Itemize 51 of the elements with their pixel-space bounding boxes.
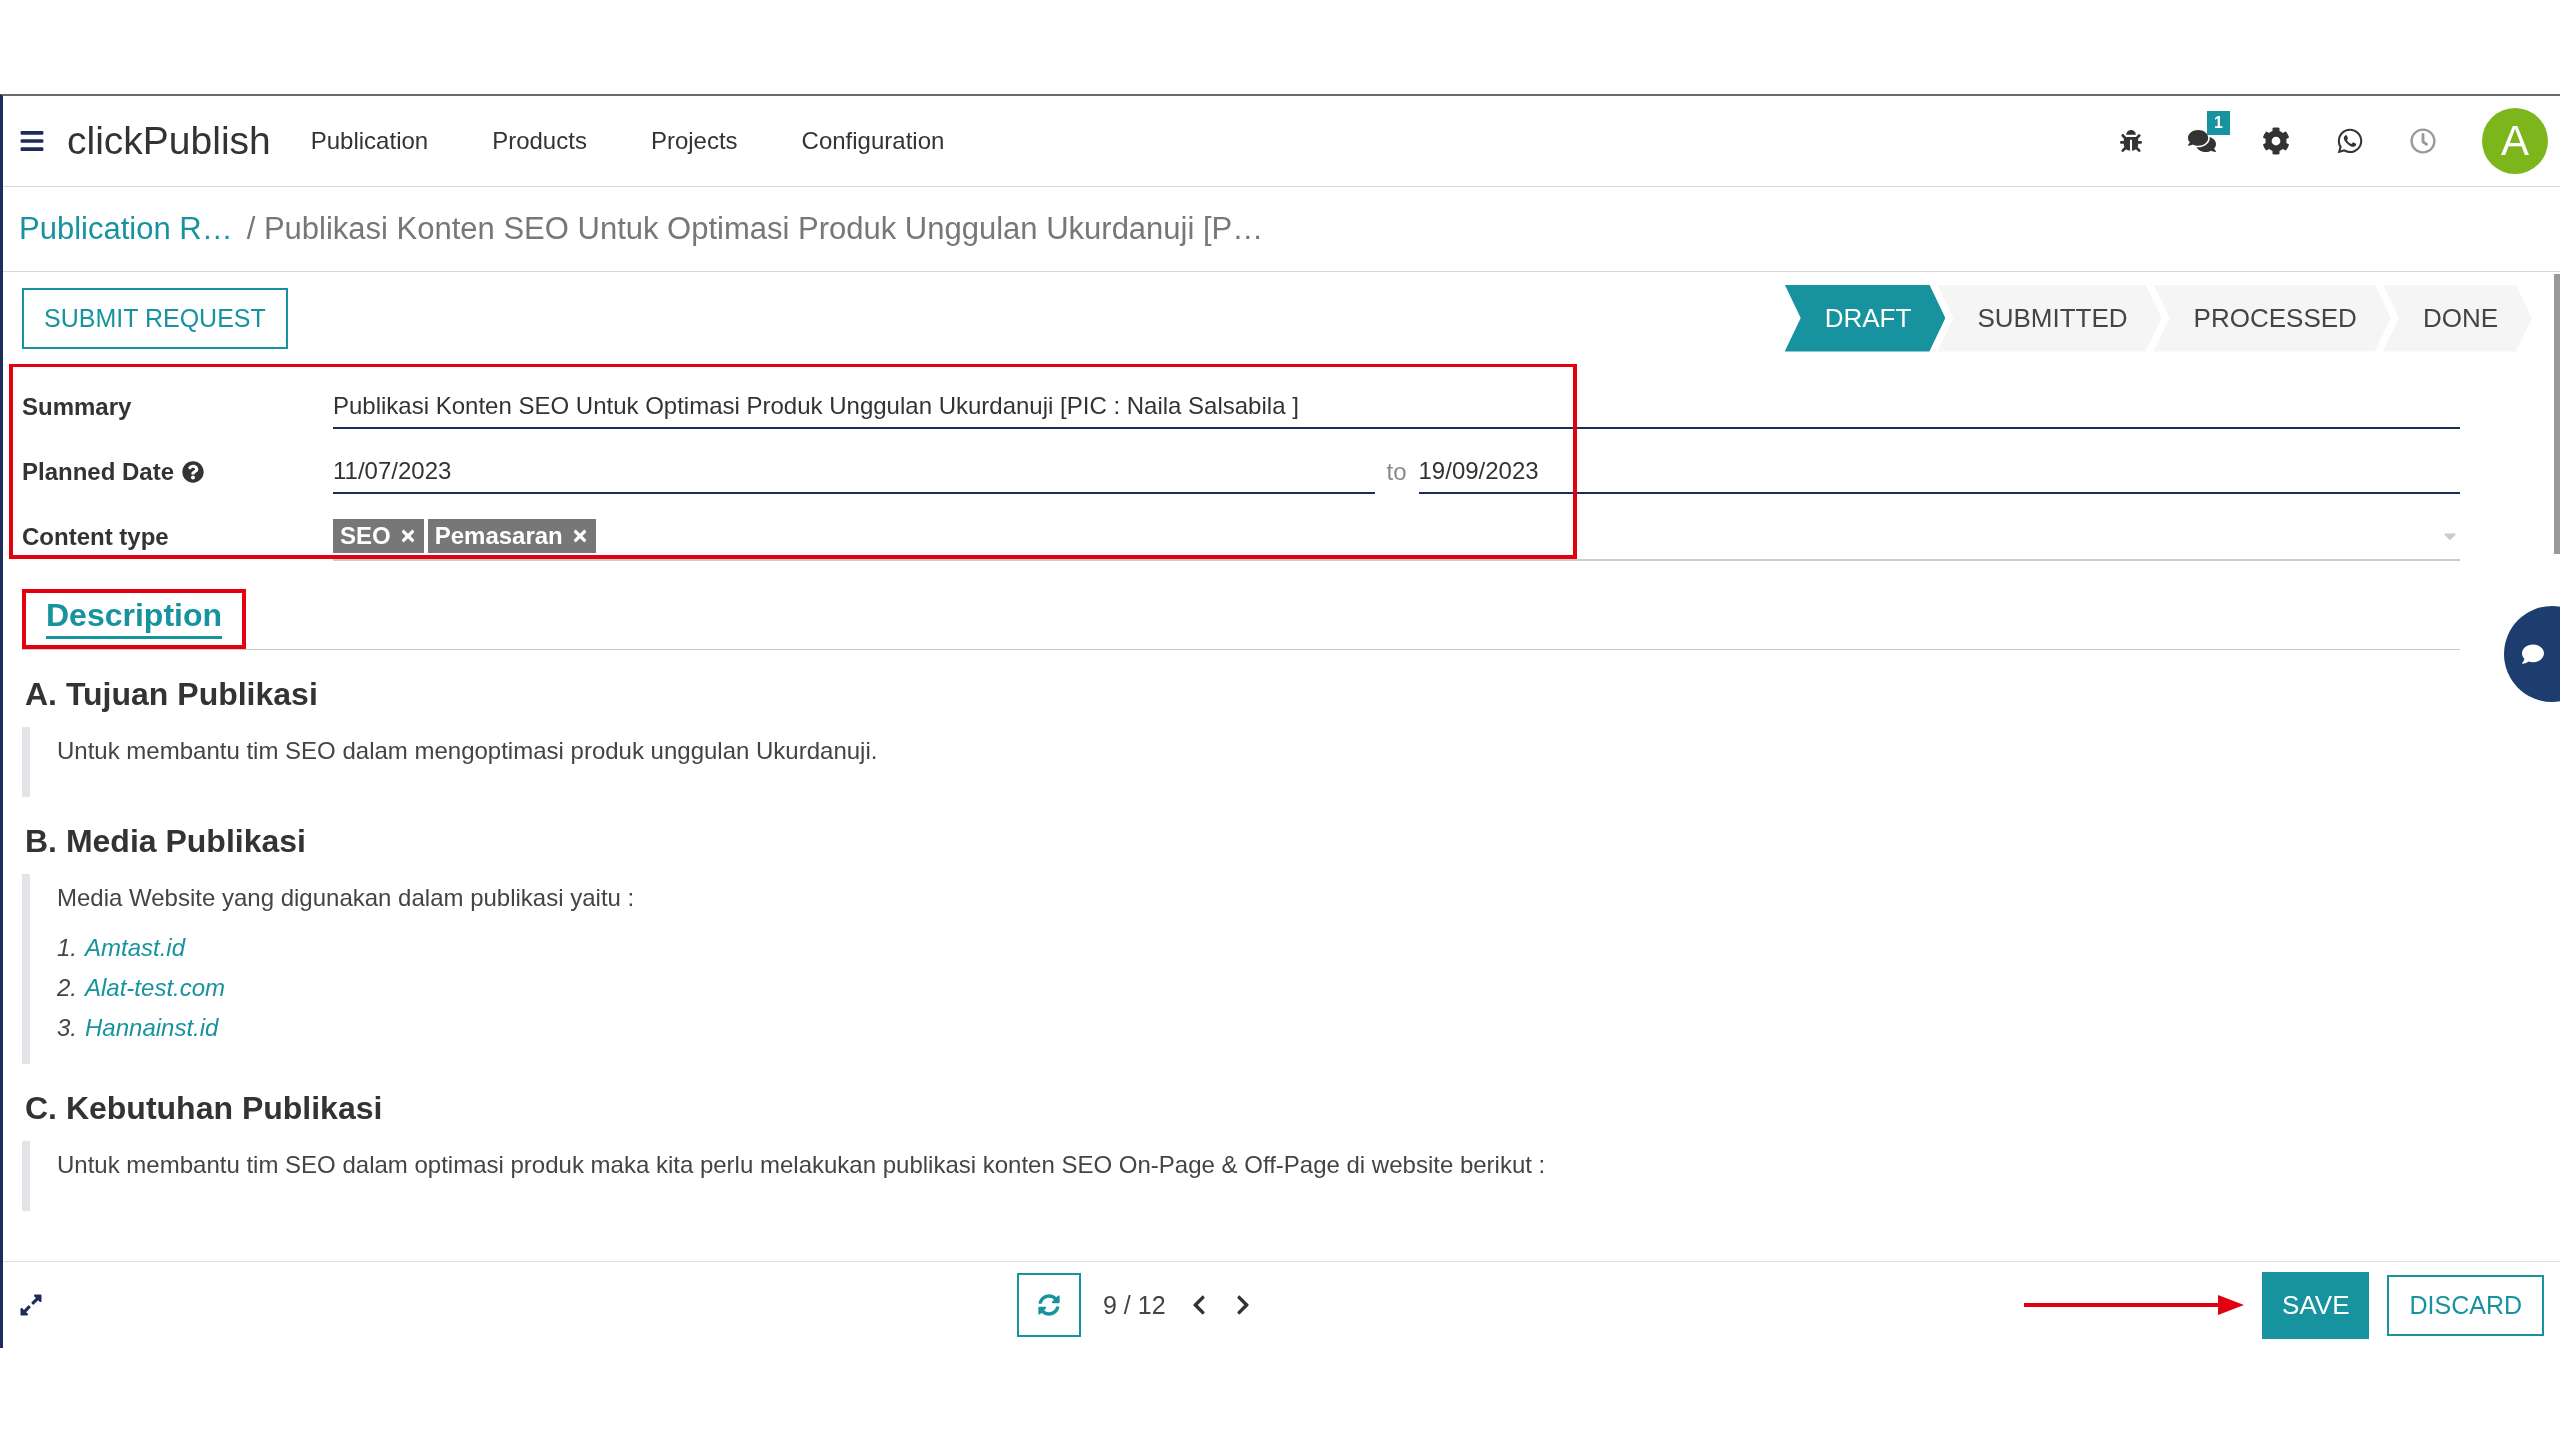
refresh-button[interactable] [1017,1273,1081,1337]
nav-menu-item[interactable]: Publication [310,127,429,155]
save-button[interactable]: SAVE [2262,1271,2370,1339]
website-link[interactable]: Amtast.id [85,934,186,962]
clock-icon[interactable] [2410,128,2436,154]
breadcrumb-current: / Publikasi Konten SEO Untuk Optimasi Produk Unggulan Ukurdanuji [P… [246,211,1264,247]
end-date-field[interactable]: 19/09/2023 [1418,449,2460,494]
refresh-icon [1038,1294,1060,1316]
bug-icon[interactable] [2120,130,2142,152]
settings-icon[interactable] [2262,127,2290,155]
user-avatar[interactable]: A [2482,108,2548,174]
description-tab[interactable]: Description [46,597,223,639]
summary-field[interactable]: Publikasi Konten SEO Untuk Optimasi Produk Unggulan Ukurdanuji [PIC : Naila Salsabila ] [333,384,2460,429]
paragraph: Untuk membantu tim SEO dalam optimasi produk maka kita perlu melakukan publikasi konten SEO On-Page & Off-Page di website berikut : [57,1151,1547,1179]
status-stage[interactable]: PROCESSED [2153,284,2391,352]
discard-button[interactable]: DISCARD [2387,1274,2544,1336]
section-heading: A. Tujuan Publikasi [25,676,319,713]
list-number: 3. [57,1014,77,1042]
chat-icon[interactable] [2188,127,2216,155]
section-heading: C. Kebutuhan Publikasi [25,1090,384,1127]
nav-menu-item[interactable]: Projects [650,127,738,155]
help-icon[interactable] [182,460,205,483]
nav-menu-item[interactable]: Configuration [801,127,945,155]
start-date-field[interactable]: 11/07/2023 [333,449,1375,494]
menu-icon[interactable] [19,128,45,154]
section-heading: B. Media Publikasi [25,823,307,860]
list-number: 2. [57,974,77,1002]
field-label: Planned Date [22,457,333,486]
status-stage[interactable]: SUBMITTED [1937,284,2162,352]
tag: SEO [333,518,424,553]
paragraph: Untuk membantu tim SEO dalam mengoptimasi produk unggulan Ukurdanuji. [57,737,879,765]
list-number: 1. [57,934,77,962]
nav-menu-item[interactable]: Products [492,127,587,155]
status-stage[interactable]: DONE [2382,284,2532,352]
tag: Pemasaran [427,518,596,553]
app-name: clickPublish [67,119,271,163]
tags-field[interactable]: SEO Pemasaran [333,512,2460,561]
website-link[interactable]: Alat-test.com [85,974,226,1002]
status-stage[interactable]: DRAFT [1784,284,1946,352]
pager-count: 9 / 12 [1103,1290,1166,1320]
breadcrumb-link[interactable]: Publication R… [19,211,233,247]
website-link[interactable]: Hannainst.id [85,1014,219,1042]
submit-request-button[interactable]: SUBMIT REQUEST [22,287,288,349]
expand-icon[interactable] [19,1293,43,1317]
whatsapp-icon[interactable] [2336,127,2364,155]
field-label: Content type [22,522,170,551]
range-separator: to [1386,457,1407,487]
chat-bubble-icon [2522,643,2544,665]
field-label: Summary [22,392,133,421]
paragraph: Media Website yang digunakan dalam publikasi yaitu : [57,884,636,912]
message-count-badge: 1 [2207,111,2230,135]
